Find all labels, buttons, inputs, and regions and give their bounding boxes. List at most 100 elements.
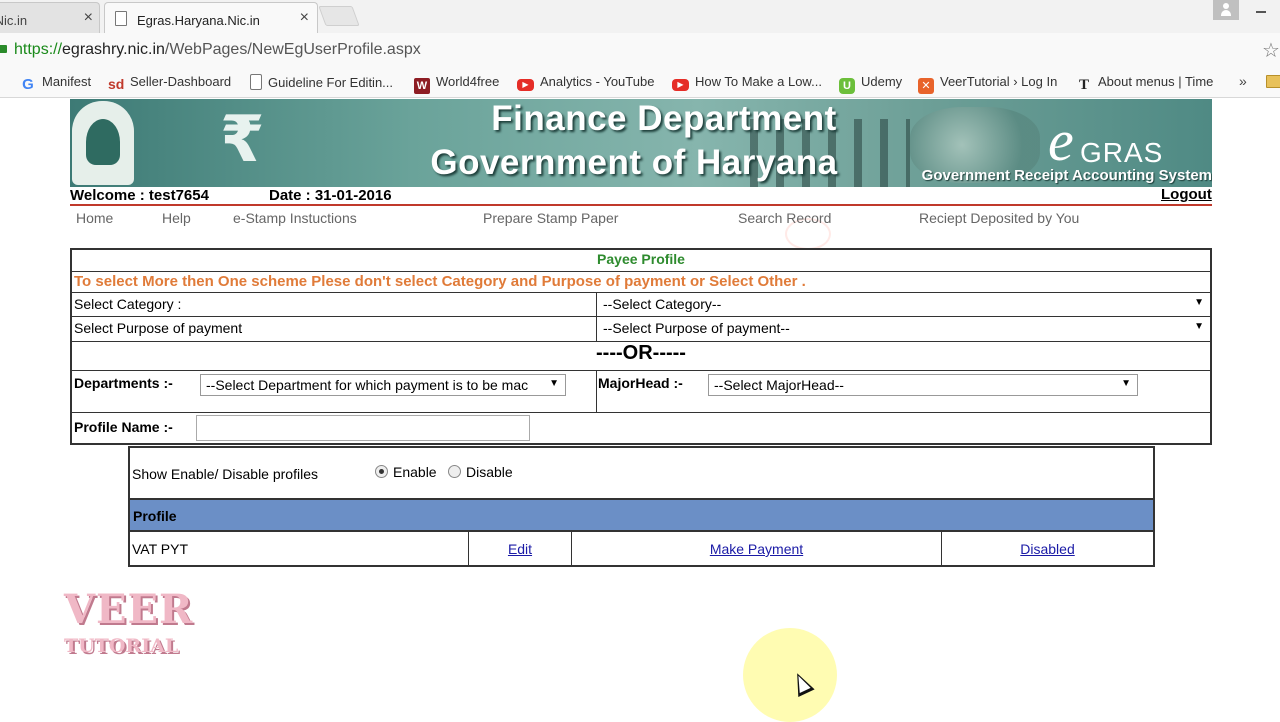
veer-tutorial-watermark: VEER TUTORIAL — [64, 586, 193, 657]
logo-e: e — [1048, 108, 1074, 173]
w-icon: W — [414, 78, 430, 94]
new-tab-button[interactable] — [318, 6, 360, 26]
enable-radio[interactable]: Enable — [375, 464, 437, 480]
veertutorial-icon: ✕ — [918, 78, 934, 94]
disable-radio[interactable]: Disable — [448, 464, 513, 480]
bookmark-how-to-make[interactable]: ▶ How To Make a Low... — [672, 74, 822, 91]
status-cell: Disabled — [942, 532, 1153, 565]
profile-name-input[interactable] — [196, 415, 530, 441]
bookmark-label: Guideline For Editin... — [268, 75, 394, 90]
close-tab-icon[interactable]: × — [300, 9, 309, 27]
table-row: VAT PYT Edit Make Payment Disabled — [130, 532, 1153, 565]
majorhead-label: MajorHead :- — [598, 375, 683, 391]
rupee-icon: ₹ — [220, 103, 265, 177]
profiles-table: Show Enable/ Disable profiles Enable Dis… — [128, 446, 1155, 567]
nav-search-record[interactable]: Search Record — [738, 210, 831, 226]
bookmark-analytics-youtube[interactable]: ▶ Analytics - YouTube — [517, 74, 654, 91]
bookmark-seller-dashboard[interactable]: sd Seller-Dashboard — [108, 74, 231, 92]
bookmark-label: VeerTutorial › Log In — [940, 74, 1058, 89]
bookmark-star-icon[interactable]: ☆ — [1262, 38, 1280, 63]
close-tab-icon[interactable]: × — [84, 9, 93, 27]
purpose-select[interactable]: --Select Purpose of payment-- ▼ — [598, 318, 1210, 339]
cursor-highlight — [743, 628, 837, 722]
category-select[interactable]: --Select Category-- ▼ — [598, 294, 1210, 315]
bookmark-label: About menus | Time — [1098, 74, 1214, 89]
nav-estamp-instructions[interactable]: e-Stamp Instuctions — [233, 210, 357, 226]
url-path: /WebPages/NewEgUserProfile.aspx — [164, 41, 421, 58]
youtube-icon: ▶ — [672, 79, 689, 91]
payee-profile-form: Payee Profile To select More then One sc… — [70, 248, 1212, 445]
haryana-emblem-icon — [72, 101, 134, 185]
tab-title: .Nic.in — [0, 13, 28, 28]
purpose-label: Select Purpose of payment — [74, 320, 243, 336]
youtube-icon: ▶ — [517, 79, 534, 91]
sd-icon: sd — [108, 76, 125, 92]
nav-home[interactable]: Home — [76, 210, 113, 226]
header-divider — [70, 204, 1212, 206]
or-row: ----OR----- — [72, 342, 1210, 371]
show-profiles-label: Show Enable/ Disable profiles — [132, 466, 318, 482]
bookmark-manifest[interactable]: G Manifest — [20, 74, 91, 93]
profile-name-row: Profile Name :- — [72, 413, 1210, 443]
enable-label: Enable — [393, 464, 437, 480]
edit-link[interactable]: Edit — [508, 541, 532, 557]
tab-title: Egras.Haryana.Nic.in — [137, 13, 260, 28]
watermark-line2: TUTORIAL — [64, 635, 179, 657]
url-field[interactable]: https://egrashry.nic.in/WebPages/NewEgUs… — [14, 41, 421, 59]
browser-tab-active[interactable]: Egras.Haryana.Nic.in × — [104, 2, 318, 33]
document-icon — [250, 74, 262, 90]
chevron-down-icon: ▼ — [1194, 297, 1204, 308]
nav-receipt-deposited[interactable]: Reciept Deposited by You — [919, 210, 1079, 226]
column-divider — [596, 371, 597, 412]
radio-unselected-icon — [448, 465, 461, 478]
bookmark-world4free[interactable]: W World4free — [414, 74, 499, 94]
profile-name-label: Profile Name :- — [74, 419, 173, 435]
logout-link[interactable]: Logout — [1161, 186, 1212, 203]
url-scheme: https:// — [14, 41, 63, 58]
nav-prepare-stamp-paper[interactable]: Prepare Stamp Paper — [483, 210, 618, 226]
banner-title-line2: Government of Haryana — [430, 143, 838, 182]
bookmark-label: Analytics - YouTube — [540, 74, 655, 89]
welcome-text: Welcome : test7654 — [70, 187, 209, 204]
bookmark-label: World4free — [436, 74, 500, 89]
department-select[interactable]: --Select Department for which payment is… — [200, 374, 566, 396]
more-bookmarks-icon[interactable]: » — [1239, 73, 1247, 89]
purpose-row: Select Purpose of payment --Select Purpo… — [72, 317, 1210, 342]
nav-help[interactable]: Help — [162, 210, 191, 226]
edit-cell: Edit — [469, 532, 572, 565]
site-banner: ₹ Finance Department Government of Harya… — [70, 99, 1212, 187]
bookmark-label: Manifest — [42, 74, 92, 89]
banner-tagline: Government Receipt Accounting System — [921, 167, 1212, 184]
majorhead-select[interactable]: --Select MajorHead-- ▼ — [708, 374, 1138, 396]
departments-label: Departments :- — [74, 375, 173, 391]
t-icon: T — [1078, 77, 1089, 93]
profile-name-cell: VAT PYT — [130, 532, 469, 565]
majorhead-selected-value: --Select MajorHead-- — [714, 377, 844, 393]
category-selected-value: --Select Category-- — [603, 296, 722, 312]
udemy-icon: U — [839, 78, 855, 94]
chevron-down-icon: ▼ — [1194, 321, 1204, 332]
department-majorhead-row: Departments :- --Select Department for w… — [72, 371, 1210, 413]
user-icon — [1221, 3, 1231, 17]
minimize-button[interactable] — [1244, 0, 1280, 20]
banner-title-line1: Finance Department — [491, 99, 837, 138]
make-payment-link[interactable]: Make Payment — [710, 541, 803, 557]
user-profile-button[interactable] — [1213, 0, 1239, 20]
bookmark-label: How To Make a Low... — [695, 74, 822, 89]
bookmark-guideline[interactable]: Guideline For Editin... — [250, 74, 393, 90]
scheme-warning-text: To select More then One scheme Plese don… — [74, 273, 806, 290]
purpose-selected-value: --Select Purpose of payment-- — [603, 320, 790, 336]
chevron-down-icon: ▼ — [1121, 378, 1131, 389]
form-title-row: Payee Profile — [72, 250, 1210, 272]
bookmark-about-menus[interactable]: T About menus | Time — [1076, 74, 1213, 93]
watermark-line1: VEER — [64, 586, 194, 633]
other-bookmarks-folder-icon[interactable] — [1266, 75, 1280, 88]
bookmark-veertutorial[interactable]: ✕ VeerTutorial › Log In — [918, 74, 1057, 94]
secure-lock-icon[interactable] — [0, 41, 8, 53]
disabled-link[interactable]: Disabled — [1020, 541, 1074, 557]
form-title: Payee Profile — [597, 251, 685, 267]
browser-tab-previous[interactable]: .Nic.in × — [0, 2, 100, 33]
warning-row: To select More then One scheme Plese don… — [72, 272, 1210, 293]
bookmark-udemy[interactable]: U Udemy — [839, 74, 902, 94]
chevron-down-icon: ▼ — [549, 378, 559, 389]
